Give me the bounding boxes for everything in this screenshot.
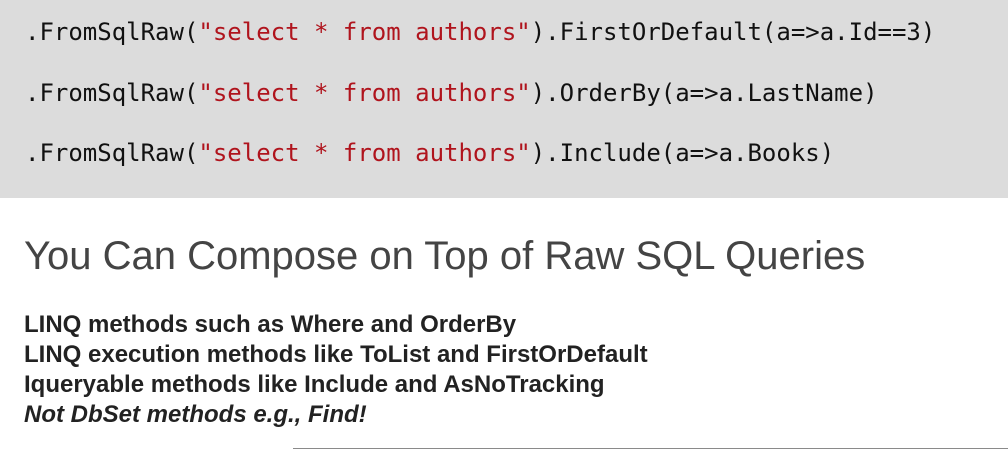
code-method-prefix: .FromSqlRaw( xyxy=(25,79,199,107)
bullet-list: LINQ methods such as Where and OrderBy L… xyxy=(24,310,648,430)
code-method-suffix: ).FirstOrDefault(a=>a.Id==3) xyxy=(530,18,936,46)
bullet-item: Iqueryable methods like Include and AsNo… xyxy=(24,371,605,398)
bullet-item: LINQ execution methods like ToList and F… xyxy=(24,341,648,368)
code-method-prefix: .FromSqlRaw( xyxy=(25,18,199,46)
code-string-literal: "select * from authors" xyxy=(198,18,531,46)
bullet-item: LINQ methods such as Where and OrderBy xyxy=(24,311,517,338)
footer-divider xyxy=(293,448,1008,449)
code-method-suffix: ).Include(a=>a.Books) xyxy=(530,139,835,167)
code-line: .FromSqlRaw("select * from authors").Ord… xyxy=(25,78,878,108)
code-line: .FromSqlRaw("select * from authors").Inc… xyxy=(25,138,834,168)
code-line: .FromSqlRaw("select * from authors").Fir… xyxy=(25,17,935,47)
code-method-prefix: .FromSqlRaw( xyxy=(25,139,199,167)
code-string-literal: "select * from authors" xyxy=(198,139,531,167)
code-panel: .FromSqlRaw("select * from authors").Fir… xyxy=(0,0,1008,198)
bullet-item-note: Not DbSet methods e.g., Find! xyxy=(24,401,367,428)
code-method-suffix: ).OrderBy(a=>a.LastName) xyxy=(530,79,878,107)
slide-title: You Can Compose on Top of Raw SQL Querie… xyxy=(24,234,866,278)
code-string-literal: "select * from authors" xyxy=(198,79,531,107)
